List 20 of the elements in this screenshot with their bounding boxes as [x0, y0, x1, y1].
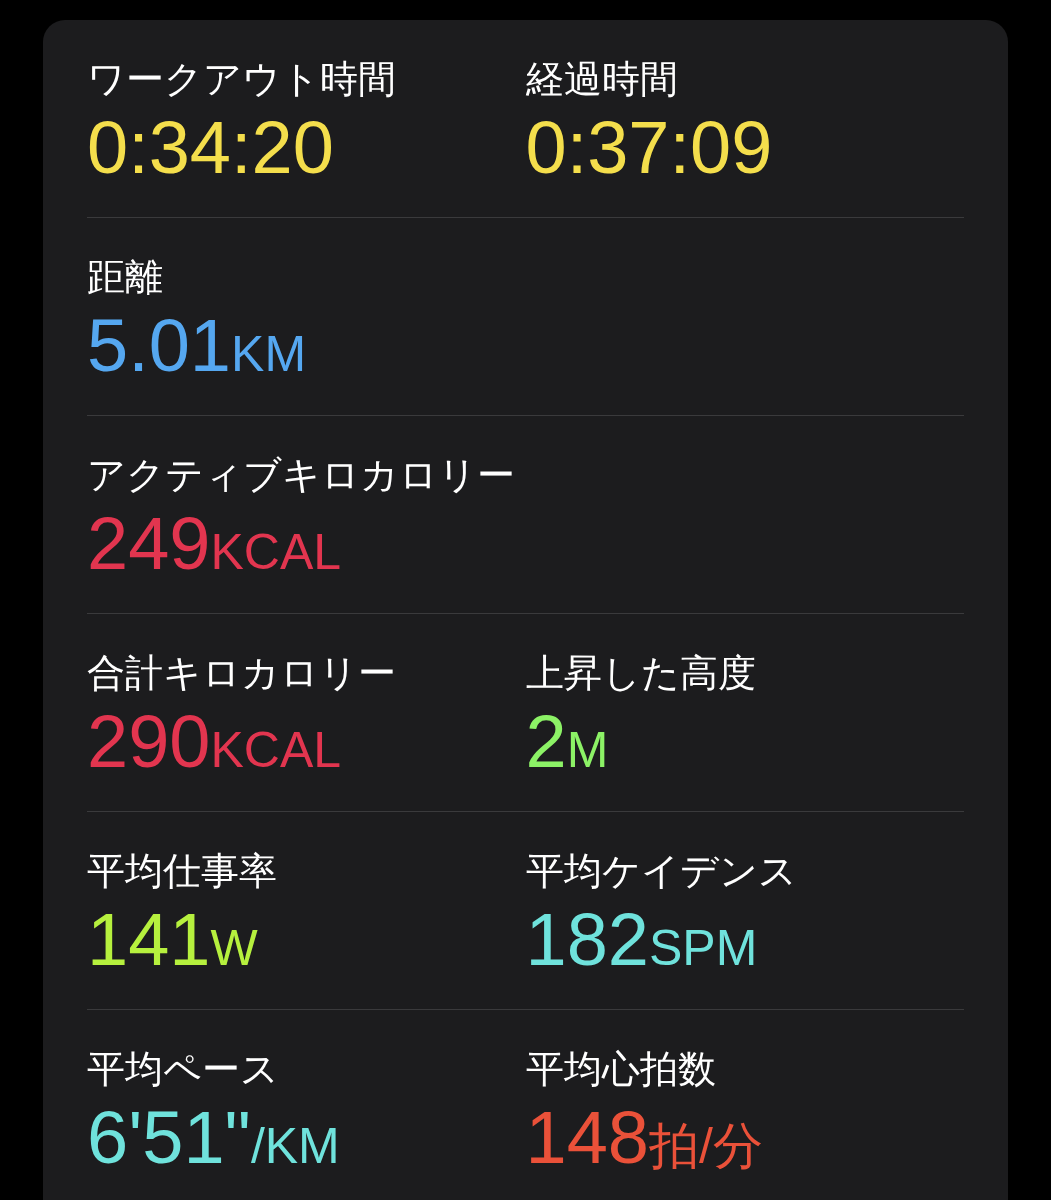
stat-value: 0:37:09: [525, 106, 773, 190]
stat-value: 5.01KM: [87, 304, 307, 389]
stat-label: 上昇した高度: [525, 651, 756, 696]
stat-value: 0:34:20: [87, 106, 334, 190]
stat-value: 6'51"/KM: [87, 1096, 340, 1181]
stat-label: アクティブキロカロリー: [87, 453, 515, 498]
stat-label: 平均仕事率: [87, 849, 277, 894]
stat-label: 距離: [87, 255, 163, 300]
stat-value: 2M: [525, 700, 609, 785]
stat-value: 182SPM: [525, 898, 758, 983]
stat-label: 平均心拍数: [525, 1047, 716, 1092]
stat-value: 141W: [87, 898, 258, 983]
stat-label: 平均ペース: [87, 1047, 279, 1092]
stat-value: 249KCAL: [87, 502, 342, 587]
stat-label: ワークアウト時間: [87, 57, 396, 102]
stat-label: 平均ケイデンス: [525, 849, 797, 894]
stat-value: 290KCAL: [87, 700, 342, 785]
stat-label: 経過時間: [525, 57, 678, 102]
stat-value: 148拍/分: [525, 1096, 763, 1181]
stat-label: 合計キロカロリー: [87, 651, 396, 696]
